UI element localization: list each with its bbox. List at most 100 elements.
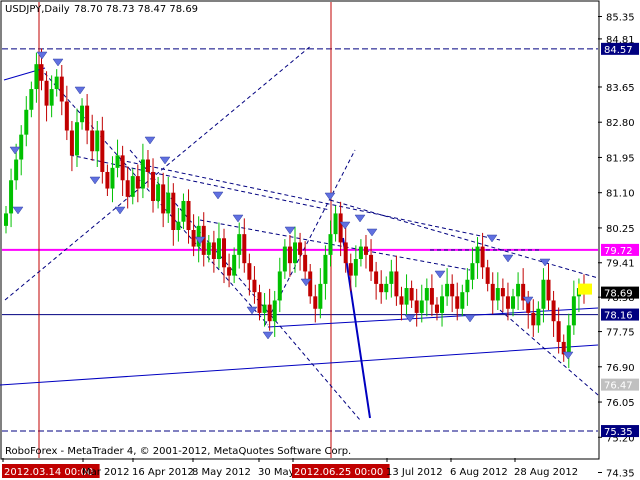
candle-body xyxy=(252,279,257,293)
candle-body xyxy=(465,279,470,293)
candle-body xyxy=(69,130,74,156)
candle-body xyxy=(171,192,176,230)
chart-ohlc-readout: 78.70 78.73 78.47 78.69 xyxy=(74,4,198,15)
candle-body xyxy=(110,167,115,189)
x-tick-label: 16 Apr 2012 xyxy=(132,467,194,478)
y-tick-label: 77.75 xyxy=(606,328,635,339)
candle-body xyxy=(460,292,465,309)
candle-body xyxy=(237,234,242,255)
candle-body xyxy=(9,180,14,214)
candle-body xyxy=(59,76,64,102)
candle-body xyxy=(44,80,49,106)
y-tick-label: 80.25 xyxy=(606,224,635,235)
price-badge-label: 75.35 xyxy=(604,427,633,438)
projection-marker xyxy=(578,283,592,295)
x-tick-label: 8 May 2012 xyxy=(192,467,251,478)
candle-body xyxy=(54,76,59,90)
candle-body xyxy=(318,283,323,309)
candle-body xyxy=(389,271,394,284)
x-tick-label: 2012.06.25 00:00 xyxy=(294,467,383,478)
price-badge-label: 79.72 xyxy=(604,246,633,257)
candle-body xyxy=(4,213,8,226)
candle-body xyxy=(24,109,29,135)
candle-body xyxy=(369,254,374,272)
candle-body xyxy=(419,300,424,313)
candle-body xyxy=(161,184,166,214)
candle-body xyxy=(531,312,536,326)
candle-body xyxy=(120,155,125,181)
candle-body xyxy=(358,246,363,260)
x-tick-label: 28 Aug 2012 xyxy=(514,467,578,478)
candle-body xyxy=(64,101,69,131)
candle-body xyxy=(191,230,196,247)
candle-body xyxy=(500,288,505,297)
candle-body xyxy=(511,296,516,309)
candle-body xyxy=(450,283,455,297)
candle-body xyxy=(440,296,445,313)
candle-body xyxy=(130,176,135,197)
candle-body xyxy=(338,213,343,243)
candle-body xyxy=(445,283,450,297)
candle-body xyxy=(29,89,34,110)
candle-body xyxy=(227,267,232,276)
y-tick-label: 83.65 xyxy=(606,83,635,94)
candle-body xyxy=(303,254,308,272)
candle-body xyxy=(394,271,399,297)
candle-body xyxy=(90,130,95,152)
candle-body xyxy=(277,271,282,301)
candle-body xyxy=(480,246,485,268)
candle-body xyxy=(242,234,247,264)
candle-body xyxy=(541,279,546,309)
candle-body xyxy=(546,279,551,301)
candle-body xyxy=(95,130,100,152)
candle-body xyxy=(49,89,54,106)
candle-body xyxy=(156,184,161,201)
candle-body xyxy=(176,221,181,230)
candle-body xyxy=(39,64,44,81)
candle-body xyxy=(485,267,490,284)
candle-body xyxy=(105,171,110,189)
y-tick-label: 82.80 xyxy=(606,118,635,129)
candle-body xyxy=(145,159,150,172)
candle-body xyxy=(313,296,318,309)
candle-body xyxy=(74,122,79,156)
price-chart[interactable]: 85.3584.8183.6582.8081.9581.1080.2579.41… xyxy=(0,0,640,480)
candle-body xyxy=(80,105,85,123)
candle-body xyxy=(429,288,434,305)
candle-body xyxy=(211,242,216,260)
candle-body xyxy=(34,64,39,90)
candle-body xyxy=(536,308,541,326)
price-badge-label: 76.47 xyxy=(604,381,633,392)
candle-body xyxy=(470,263,475,280)
x-tick-label: 2012.03.14 00:00 xyxy=(4,467,93,478)
candle-body xyxy=(551,300,556,322)
candle-body xyxy=(298,242,303,255)
candle-body xyxy=(166,192,171,214)
candle-body xyxy=(232,254,237,276)
candle-body xyxy=(115,155,120,168)
candle-body xyxy=(323,254,328,284)
candle-body xyxy=(140,159,145,189)
candle-body xyxy=(348,263,353,276)
candle-body xyxy=(566,325,571,355)
candle-body xyxy=(505,296,510,309)
candle-body xyxy=(247,263,252,280)
candle-body xyxy=(257,292,262,313)
candle-body xyxy=(308,271,313,297)
candle-body xyxy=(293,242,297,264)
y-tick-label: 74.35 xyxy=(606,469,635,480)
candle-body xyxy=(404,288,409,305)
candle-body xyxy=(282,246,287,272)
price-badge-label: 78.69 xyxy=(604,289,633,300)
candle-body xyxy=(363,246,368,255)
candle-body xyxy=(100,130,105,172)
candle-body xyxy=(333,213,338,235)
y-tick-label: 81.10 xyxy=(606,189,635,200)
y-tick-label: 76.90 xyxy=(606,363,635,374)
y-tick-label: 81.95 xyxy=(606,153,635,164)
y-tick-label: 85.35 xyxy=(606,13,635,24)
candle-body xyxy=(186,200,191,230)
price-badge-label: 78.16 xyxy=(604,311,633,322)
candle-body xyxy=(125,180,130,197)
candle-body xyxy=(328,234,333,255)
